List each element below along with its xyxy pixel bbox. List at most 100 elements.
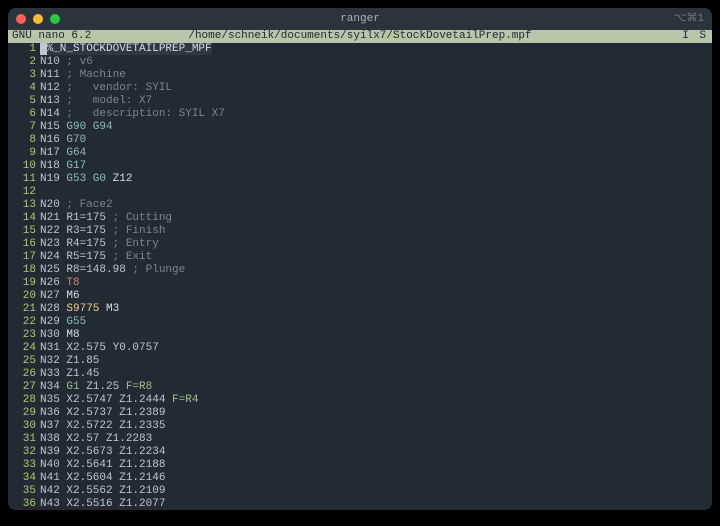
line-content: N17 G64: [40, 147, 708, 160]
line-content: N32 Z1.85: [40, 355, 708, 368]
line-number: 14: [12, 212, 36, 225]
editor-line: 26 N33 Z1.45: [12, 368, 708, 381]
editor-line: 24 N31 X2.575 Y0.0757: [12, 342, 708, 355]
line-content: N42 X2.5562 Z1.2109: [40, 485, 708, 498]
editor-line: 21 N28 S9775 M3: [12, 303, 708, 316]
line-number: 32: [12, 446, 36, 459]
line-content: N19 G53 G0 Z12: [40, 173, 708, 186]
line-content: N11 ; Machine: [40, 69, 708, 82]
editor-line: 7 N15 G90 G94: [12, 121, 708, 134]
editor-line: 27 N34 G1 Z1.25 F=R8: [12, 381, 708, 394]
window-title: ranger: [8, 13, 712, 26]
editor-line: 25 N32 Z1.85: [12, 355, 708, 368]
line-content: N28 S9775 M3: [40, 303, 708, 316]
line-number: 35: [12, 485, 36, 498]
line-content: N33 Z1.45: [40, 368, 708, 381]
line-number: 26: [12, 368, 36, 381]
line-content: N40 X2.5641 Z1.2188: [40, 459, 708, 472]
line-content: N16 G70: [40, 134, 708, 147]
editor-line: 5N13 ; model: X7: [12, 95, 708, 108]
editor-line: 8 N16 G70: [12, 134, 708, 147]
editor-line: 16 N23 R4=175 ; Entry: [12, 238, 708, 251]
terminal-window: ranger ⌥⌘1 GNU nano 6.2 /home/schneik/do…: [8, 8, 712, 510]
line-number: 4: [12, 82, 36, 95]
editor-line: 29 N36 X2.5737 Z1.2389: [12, 407, 708, 420]
line-number: 2: [12, 56, 36, 69]
line-content: N21 R1=175 ; Cutting: [40, 212, 708, 225]
editor-line: 30N37 X2.5722 Z1.2335: [12, 420, 708, 433]
editor-line: 2 N10 ; v6: [12, 56, 708, 69]
editor-line: 12: [12, 186, 708, 199]
line-number: 23: [12, 329, 36, 342]
line-content: N41 X2.5604 Z1.2146: [40, 472, 708, 485]
line-number: 31: [12, 433, 36, 446]
editor-line: 1 %_N_STOCKDOVETAILPREP_MPF: [12, 43, 708, 56]
editor-line: 18 N25 R8=148.98 ; Plunge: [12, 264, 708, 277]
titlebar: ranger ⌥⌘1: [8, 8, 712, 30]
line-number: 28: [12, 394, 36, 407]
line-content: N23 R4=175 ; Entry: [40, 238, 708, 251]
editor-line: 20N27 M6: [12, 290, 708, 303]
editor-line: 22N29 G55: [12, 316, 708, 329]
line-content: N30 M8: [40, 329, 708, 342]
line-number: 21: [12, 303, 36, 316]
line-number: 13: [12, 199, 36, 212]
line-number: 8: [12, 134, 36, 147]
line-number: 24: [12, 342, 36, 355]
line-number: 17: [12, 251, 36, 264]
editor-line: 10N18 G17: [12, 160, 708, 173]
line-content: N20 ; Face2: [40, 199, 708, 212]
line-number: 29: [12, 407, 36, 420]
editor-line: 9 N17 G64: [12, 147, 708, 160]
line-number: 36: [12, 498, 36, 510]
line-number: 12: [12, 186, 36, 199]
editor-line: 13 N20 ; Face2: [12, 199, 708, 212]
nano-header: GNU nano 6.2 /home/schneik/documents/syi…: [8, 30, 712, 43]
file-path: /home/schneik/documents/syilx7/StockDove…: [8, 30, 712, 43]
line-number: 3: [12, 69, 36, 82]
editor-line: 17 N24 R5=175 ; Exit: [12, 251, 708, 264]
line-number: 15: [12, 225, 36, 238]
editor-line: 33N40 X2.5641 Z1.2188: [12, 459, 708, 472]
line-number: 16: [12, 238, 36, 251]
line-content: N38 X2.57 Z1.2283: [40, 433, 708, 446]
line-number: 25: [12, 355, 36, 368]
line-content: N39 X2.5673 Z1.2234: [40, 446, 708, 459]
line-content: N43 X2.5516 Z1.2077: [40, 498, 708, 510]
editor-line: 35 N42 X2.5562 Z1.2109: [12, 485, 708, 498]
line-content: N24 R5=175 ; Exit: [40, 251, 708, 264]
line-number: 5: [12, 95, 36, 108]
line-number: 27: [12, 381, 36, 394]
line-content: N10 ; v6: [40, 56, 708, 69]
editor-line: 6 N14 ; description: SYIL X7: [12, 108, 708, 121]
editor-line: 11 N19 G53 G0 Z12: [12, 173, 708, 186]
editor-area[interactable]: 1 %_N_STOCKDOVETAILPREP_MPF2 N10 ; v6 3 N11…: [8, 43, 712, 510]
line-number: 30: [12, 420, 36, 433]
line-content: N31 X2.575 Y0.0757: [40, 342, 708, 355]
editor-line: 14 N21 R1=175 ; Cutting: [12, 212, 708, 225]
line-number: 10: [12, 160, 36, 173]
line-number: 11: [12, 173, 36, 186]
line-number: 6: [12, 108, 36, 121]
editor-line: 15N22 R3=175 ; Finish: [12, 225, 708, 238]
line-number: 9: [12, 147, 36, 160]
line-content: N12 ; vendor: SYIL: [40, 82, 708, 95]
line-number: 19: [12, 277, 36, 290]
line-number: 18: [12, 264, 36, 277]
editor-line: 4 N12 ; vendor: SYIL: [12, 82, 708, 95]
line-content: N26 T8: [40, 277, 708, 290]
line-content: N35 X2.5747 Z1.2444 F=R4: [40, 394, 708, 407]
editor-line: 36 N43 X2.5516 Z1.2077: [12, 498, 708, 510]
editor-line: 23 N30 M8: [12, 329, 708, 342]
editor-line: 3 N11 ; Machine: [12, 69, 708, 82]
line-content: N34 G1 Z1.25 F=R8: [40, 381, 708, 394]
line-content: N25 R8=148.98 ; Plunge: [40, 264, 708, 277]
line-number: 7: [12, 121, 36, 134]
line-content: N27 M6: [40, 290, 708, 303]
line-content: N15 G90 G94: [40, 121, 708, 134]
line-content: [40, 186, 708, 199]
line-content: N14 ; description: SYIL X7: [40, 108, 708, 121]
editor-line: 31 N38 X2.57 Z1.2283: [12, 433, 708, 446]
line-content: N36 X2.5737 Z1.2389: [40, 407, 708, 420]
editor-line: 32 N39 X2.5673 Z1.2234: [12, 446, 708, 459]
